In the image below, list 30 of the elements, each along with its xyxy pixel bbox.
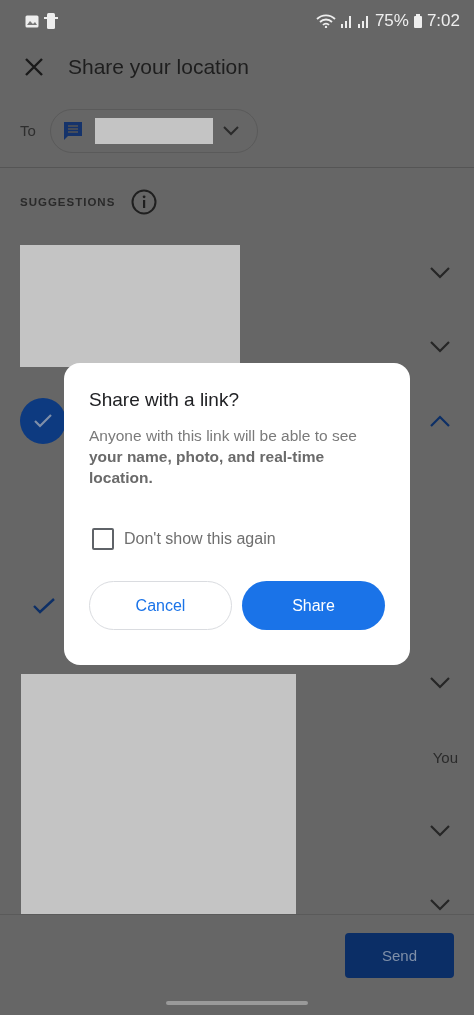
dialog-message: Anyone with this link will be able to see your name, photo, and real-time location. (89, 426, 358, 488)
close-button[interactable] (24, 57, 44, 77)
selected-avatar[interactable] (20, 398, 66, 444)
collapse-button[interactable] (430, 415, 450, 427)
clock: 7:02 (426, 11, 460, 31)
info-icon[interactable] (131, 189, 158, 215)
screen-title: Share your location (68, 55, 249, 79)
expand-button[interactable] (430, 341, 450, 353)
checkbox[interactable] (92, 528, 114, 550)
expand-button[interactable] (430, 677, 450, 689)
section-heading: SUGGESTIONS (20, 196, 116, 208)
signal-icon (357, 14, 370, 28)
expand-button[interactable] (430, 899, 450, 911)
to-label: To (20, 122, 36, 139)
you-label: You (432, 748, 458, 766)
wifi-icon (315, 14, 336, 28)
send-button[interactable]: Send (345, 932, 454, 978)
battery-percent: 75% (374, 11, 409, 31)
share-button[interactable]: Share (242, 581, 385, 630)
battery-icon (413, 14, 422, 28)
cancel-button[interactable]: Cancel (89, 581, 232, 630)
gallery-icon (25, 14, 39, 28)
checkbox-label: Don't show this again (124, 530, 276, 548)
expand-button[interactable] (430, 267, 450, 279)
dialog-title: Share with a link? (89, 389, 240, 411)
check-icon (33, 598, 55, 614)
phone-icon (44, 13, 58, 29)
expand-button[interactable] (430, 825, 450, 837)
signal-icon (340, 14, 353, 28)
chevron-down-icon (222, 125, 239, 136)
